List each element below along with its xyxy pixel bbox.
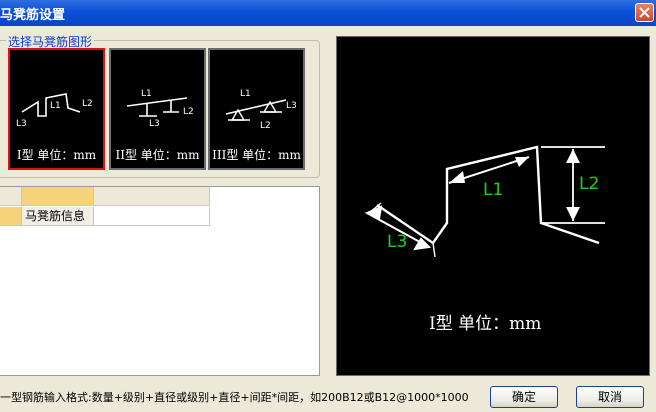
shape-tile-type1[interactable]: L1 L2 L3 I型 单位：mm (8, 48, 105, 170)
tile1-l2: L2 (82, 99, 93, 109)
grid-header-row (0, 187, 210, 206)
grid-row-value-input[interactable] (94, 207, 210, 226)
preview-caption: I型 单位：mm (429, 314, 541, 334)
preview-l1: L1 (483, 180, 503, 200)
preview-l3: L3 (387, 232, 407, 252)
grid-corner-cell (0, 187, 22, 206)
tile3-l1: L1 (240, 89, 251, 99)
tile2-l1: L1 (141, 89, 152, 99)
shape-tile-type2[interactable]: L1 L2 L3 II型 单位：mm (109, 48, 206, 170)
tile1-caption: I型 单位：mm (16, 148, 97, 162)
tile2-l3: L3 (149, 119, 160, 129)
tile1-l1: L1 (50, 101, 61, 111)
grid-row-label: 马凳筋信息 (22, 207, 94, 226)
close-icon (639, 7, 650, 18)
tile1-l3: L3 (16, 119, 27, 129)
window-title: 马凳筋设置 (0, 8, 66, 23)
preview-l2: L2 (579, 174, 599, 194)
tile3-l3: L3 (286, 101, 297, 111)
title-bar: 马凳筋设置 (0, 0, 656, 26)
grid-row-header[interactable] (0, 207, 22, 226)
grid-column-header[interactable] (22, 187, 94, 206)
tile2-l2: L2 (183, 107, 194, 117)
tile2-caption: II型 单位：mm (115, 148, 200, 162)
input-format-hint: 一型钢筋输入格式:数量+级别+直径或级别+直径+间距*间距，如200B12或B1… (0, 391, 469, 404)
shape-tile-type3[interactable]: L1 L3 L2 III型 单位：mm (208, 48, 305, 170)
property-grid[interactable]: 马凳筋信息 (0, 186, 320, 376)
ok-button[interactable]: 确定 (490, 386, 558, 408)
grid-column-header[interactable] (94, 187, 210, 206)
cancel-button[interactable]: 取消 (576, 386, 644, 408)
tile3-caption: III型 单位：mm (212, 148, 301, 162)
table-row[interactable]: 马凳筋信息 (0, 207, 210, 226)
close-button[interactable] (635, 3, 654, 22)
tile3-l2: L2 (260, 121, 271, 131)
shape-preview: L1 L2 L3 I型 单位：mm (336, 36, 650, 376)
preview-diagram: L1 L2 L3 I型 单位：mm (364, 145, 605, 334)
